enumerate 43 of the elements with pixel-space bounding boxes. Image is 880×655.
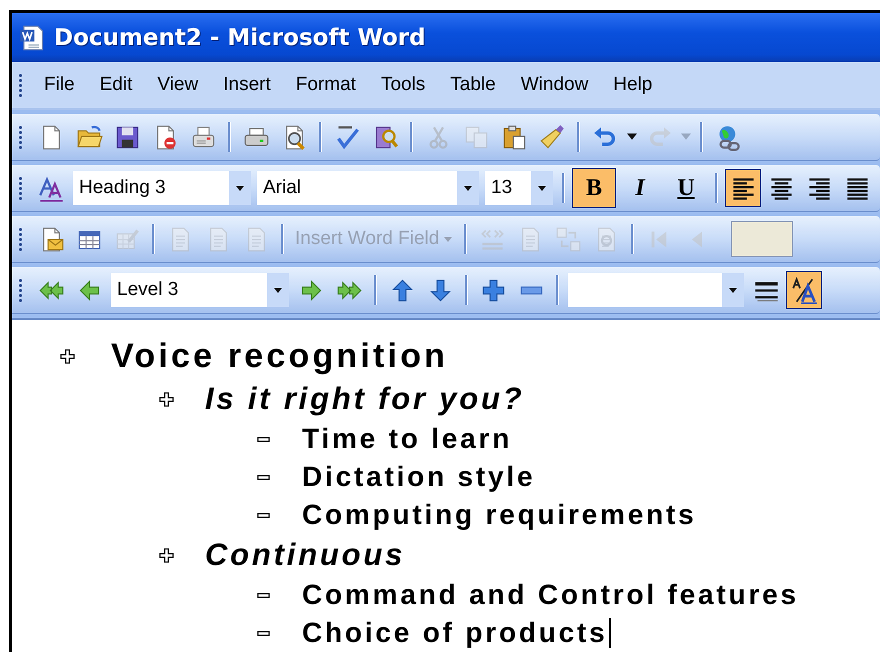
- caret-icon: [537, 183, 547, 193]
- menu-item[interactable]: File: [31, 72, 87, 98]
- expand-symbol-icon[interactable]: [159, 392, 174, 406]
- caret-icon: [728, 285, 738, 295]
- dropdown-field[interactable]: Heading 3: [73, 171, 251, 205]
- menu-item[interactable]: Tools: [368, 72, 438, 98]
- align-left-icon[interactable]: [725, 169, 761, 207]
- caret-icon: [443, 234, 454, 244]
- dropdown-field[interactable]: [568, 273, 744, 307]
- menu-item[interactable]: Help: [600, 72, 664, 98]
- outline-text: Continuous: [205, 537, 406, 573]
- format-toggle[interactable]: I: [618, 168, 662, 208]
- toolbar-grip[interactable]: [18, 176, 23, 200]
- window-title: Document2 - Microsoft Word: [54, 24, 426, 50]
- outline-text: Choice of products: [302, 617, 608, 649]
- caret-icon: [235, 183, 245, 193]
- outline-text: Command and Control features: [302, 579, 799, 611]
- expand-symbol-icon[interactable]: [159, 548, 174, 562]
- outline-text: Dictation style: [302, 461, 536, 493]
- format-toggle[interactable]: U: [664, 168, 708, 208]
- toolbar-grip[interactable]: [18, 73, 23, 97]
- outline-text: Computing requirements: [302, 499, 697, 531]
- dropdown-field[interactable]: Arial: [257, 171, 479, 205]
- dropdown-field[interactable]: 13: [485, 171, 553, 205]
- toolbar-grip[interactable]: [18, 125, 23, 149]
- dropdown-field[interactable]: Level 3: [111, 273, 289, 307]
- menu-item[interactable]: Format: [282, 72, 368, 98]
- format-toggle[interactable]: B: [572, 168, 616, 208]
- menu-item[interactable]: Window: [508, 72, 600, 98]
- menu-item[interactable]: Edit: [86, 72, 144, 98]
- caret-icon: [273, 285, 283, 295]
- outline-text: Voice recognition: [111, 336, 448, 376]
- outline-text: Time to learn: [302, 423, 512, 455]
- toolbar-grip[interactable]: [18, 227, 23, 251]
- menu-item[interactable]: Table: [437, 72, 508, 98]
- toolbar-grip[interactable]: [18, 278, 23, 302]
- outline-text: Is it right for you?: [205, 381, 524, 417]
- formatting-icon[interactable]: [786, 271, 822, 309]
- caret-icon: [463, 183, 473, 193]
- expand-symbol-icon[interactable]: [60, 348, 75, 364]
- menu-item[interactable]: View: [144, 72, 210, 98]
- menu-item[interactable]: Insert: [210, 72, 283, 98]
- word-document-icon: [18, 24, 46, 52]
